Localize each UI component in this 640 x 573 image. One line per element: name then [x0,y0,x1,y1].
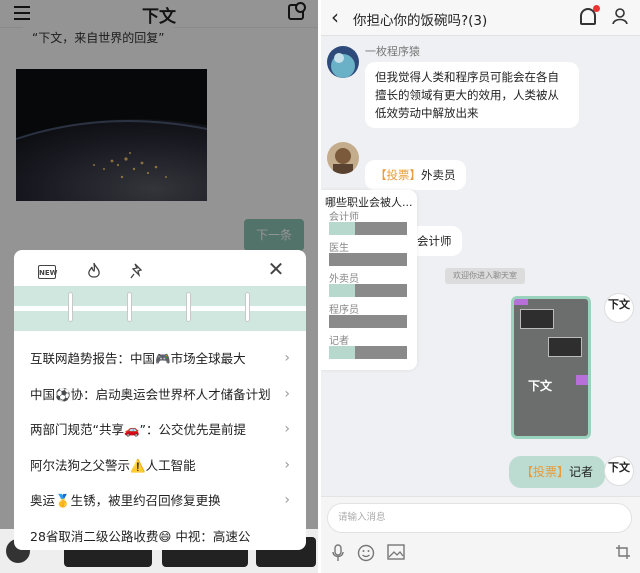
shared-article-card[interactable]: 下文 [511,296,591,439]
poll-card[interactable]: 哪些职业会被人... 会计师 医生 外卖员 程序员 记者 [321,190,417,370]
poll-option-label: 程序员 [329,305,359,316]
image-icon[interactable] [387,544,405,562]
poll-option-bar[interactable] [329,222,407,235]
news-item[interactable]: 互联网趋势报告：中国🎮市场全球最大 › [14,341,306,377]
chat-title: 你担心你的饭碗吗?(3) [353,13,488,29]
left-screen: 下文 “下文，来自世界的回复” 下一条 NEW ✕ 互联网趋势报告：中国🎮市场全… [0,0,318,573]
divider-band-top [14,286,306,306]
poll-option-label: 记者 [329,336,349,347]
poll-option-bar[interactable] [329,253,407,266]
poll-option-label: 会计师 [329,212,359,223]
back-chevron-icon[interactable]: ‹ [331,5,339,29]
my-vote-bubble[interactable]: 【投票】记者 [509,456,606,488]
news-item[interactable]: 两部门规范“共享🚗”：公交优先是前提 › [14,412,306,448]
chevron-right-icon: › [284,456,290,473]
card-corner-accent [576,375,588,385]
sender-name: 一枚程序猿 [365,45,420,58]
notification-dot [593,5,600,12]
my-avatar[interactable]: 下文 [604,293,634,323]
avatar[interactable] [327,142,359,174]
poll-option-label: 医生 [329,243,349,254]
chevron-right-icon: › [284,492,290,508]
binder-ring-icon [245,292,250,322]
right-screen: ‹ 你担心你的饭碗吗?(3) 一枚程序猿 但我觉得人类和程序员可能会在各自擅长的… [321,0,640,573]
poll-option-bar[interactable] [329,315,407,328]
chat-header: ‹ 你担心你的饭碗吗?(3) [321,0,640,36]
screenshot: 下文 “下文，来自世界的回复” 下一条 NEW ✕ 互联网趋势报告：中国🎮市场全… [0,0,640,573]
divider-band-bottom [14,311,306,331]
poll-option-fill [329,284,355,297]
emoji-icon[interactable] [357,544,375,562]
news-sheet: NEW ✕ 互联网趋势报告：中国🎮市场全球最大 › 中国⚽协：启动奥运会世界杯人才… [14,250,306,550]
news-item[interactable]: 28省取消二级公路收费😄 中视：高速公 [14,519,306,551]
close-icon[interactable]: ✕ [266,259,286,279]
card-title: 下文 [528,379,553,393]
poll-option-fill [329,346,355,359]
news-item[interactable]: 阿尔法狗之父警示⚠️人工智能 › [14,448,306,484]
card-thumbnail [548,337,582,357]
message-bubble[interactable]: 但我觉得人类和程序员可能会在各自擅长的领域有更大的效用，人类被从低效劳动中解放出… [365,62,579,128]
binder-ring-icon [68,292,73,322]
poll-option-fill [329,222,355,235]
user-icon[interactable] [612,8,628,25]
card-thumbnail [520,309,554,329]
news-item[interactable]: 奥运🥇生锈，被里约召回修复更换 › [14,483,306,519]
vote-message-bubble[interactable]: 【投票】外卖员 [365,160,466,190]
news-item[interactable]: 中国⚽协：启动奥运会世界杯人才储备计划 › [14,377,306,413]
chevron-right-icon: › [284,421,290,437]
system-notice: 欢迎你进入聊天室 [445,268,525,284]
microphone-icon[interactable] [329,544,347,562]
card-corner-accent [514,299,528,305]
crop-icon[interactable] [614,544,632,562]
pin-icon[interactable] [128,262,148,282]
news-list: 互联网趋势报告：中国🎮市场全球最大 › 中国⚽协：启动奥运会世界杯人才储备计划 › … [14,341,306,550]
binder-ring-icon [186,292,191,322]
chevron-right-icon: › [284,385,290,402]
hot-flame-icon[interactable] [84,262,104,282]
new-badge-icon[interactable]: NEW [38,265,57,279]
message-input[interactable]: 请输入消息 [327,503,632,533]
my-avatar[interactable]: 下文 [604,456,634,486]
poll-option-bar[interactable] [329,346,407,359]
binder-ring-icon [127,292,132,322]
poll-option-label: 外卖员 [329,274,359,285]
avatar[interactable] [327,46,359,78]
poll-option-bar[interactable] [329,284,407,297]
chat-input-area: 请输入消息 [321,496,640,573]
chevron-right-icon: › [284,350,290,366]
